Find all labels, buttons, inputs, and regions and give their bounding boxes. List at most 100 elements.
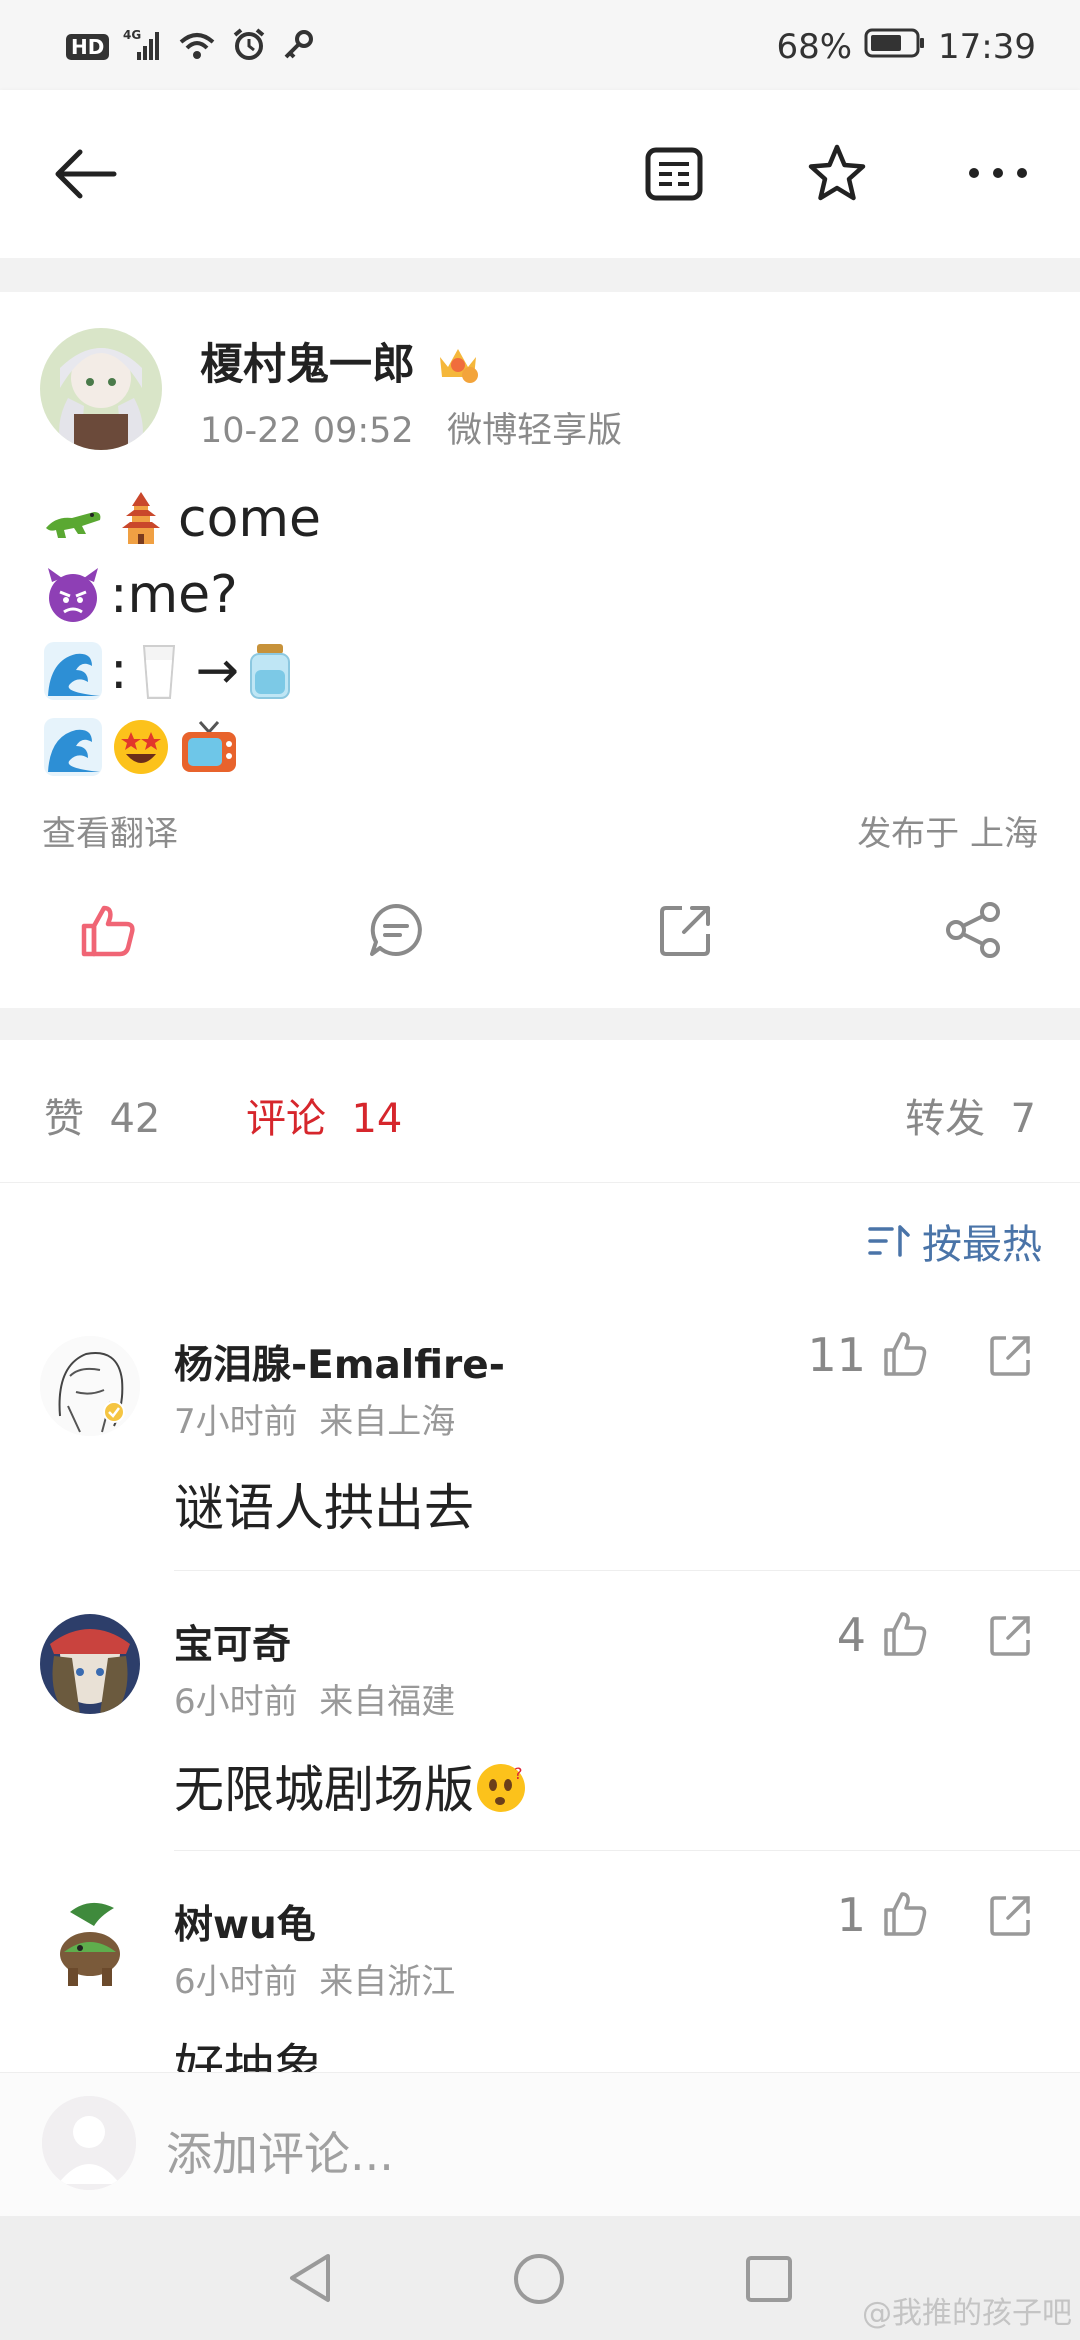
thumbs-up-icon [81,905,135,957]
reposts-label: 转发 [905,1096,986,1142]
battery-percent: 68% [776,27,853,67]
comment-text: 谜语人拱出去 [174,1479,474,1537]
comment-like-button[interactable] [882,1610,928,1660]
comment-time: 6小时前 [174,1682,298,1722]
status-icons-left: HD 4G [66,24,315,70]
thumbs-up-icon [884,1332,927,1376]
key-icon [281,28,315,66]
star-struck-emoji [114,720,168,774]
commenter-name[interactable]: 树wu龟 [174,1894,316,1950]
more-button[interactable] [966,158,1030,188]
commenter-avatar[interactable] [40,1614,140,1714]
comment-like-count: 11 [807,1328,866,1382]
angry-devil-emoji [48,568,98,622]
comment-text: 无限城剧场版? [174,1750,528,1822]
author-name-row[interactable]: 榎村鬼一郎 [200,330,480,392]
view-translation-link[interactable]: 查看翻译 [42,806,178,855]
nav-recents-button[interactable] [744,2254,794,2304]
commenter-name[interactable]: 杨泪腺-Emalfire- [174,1334,505,1390]
post-text-colon: : [110,641,128,701]
repost-button[interactable] [656,900,716,960]
comment-time: 6小时前 [174,1962,298,2002]
section-gap [0,258,1080,292]
more-dots-icon [969,168,1027,178]
comment-divider [174,1570,1080,1571]
post-line-2: :me? [42,560,238,630]
document-icon [645,147,703,201]
comment-divider [174,1850,1080,1851]
comment-location: 来自福建 [319,1682,456,1722]
commenter-avatar[interactable] [40,1892,140,1992]
thumbs-up-icon [884,1612,927,1656]
comments-tab[interactable]: 评论 14 [246,1086,402,1144]
comment-repost-button[interactable] [988,1894,1034,1938]
comment-time: 7小时前 [174,1402,298,1442]
comment-button[interactable] [366,900,426,960]
author-avatar[interactable] [40,328,162,450]
post-text-me: :me? [110,565,238,625]
top-navigation [0,90,1080,258]
author-name: 榎村鬼一郎 [200,340,415,390]
network-type: 4G [123,28,141,42]
post-line-3: : → [42,636,307,706]
add-comment-input[interactable]: 添加评论... [166,2118,394,2184]
comments-count: 14 [351,1096,403,1142]
commenter-avatar[interactable] [40,1336,140,1436]
comments-label: 评论 [246,1096,326,1142]
nav-home-button[interactable] [512,2252,566,2306]
star-icon [808,144,866,201]
television-emoji [182,720,236,772]
triangle-back-icon [290,2254,330,2302]
reposts-tab[interactable]: 转发 7 [905,1086,1036,1144]
battery-icon [864,27,926,68]
comment-like-count: 1 [836,1888,866,1942]
comment-meta: 6小时前 来自浙江 [174,1954,455,2003]
status-icons-right: 68% 17:39 [776,22,1036,72]
share-nodes-icon [946,902,1000,958]
comment-meta: 6小时前 来自福建 [174,1674,455,1723]
sort-button[interactable]: 按最热 [866,1212,1042,1270]
likes-label: 赞 [44,1096,84,1142]
my-avatar[interactable] [42,2096,136,2190]
alarm-icon [231,27,267,67]
nav-back-button[interactable] [284,2250,334,2306]
favorite-button[interactable] [806,142,868,206]
share-out-icon [660,906,710,956]
clock: 17:39 [938,27,1036,67]
post-text-come: come [178,489,322,549]
back-button[interactable] [50,144,120,204]
post-location: 发布于 上海 [857,814,1038,854]
like-button[interactable] [78,900,138,960]
likes-tab[interactable]: 赞 42 [44,1086,160,1144]
comment-like-button[interactable] [882,1890,928,1940]
sort-label: 按最热 [922,1222,1042,1268]
comment-meta: 7小时前 来自上海 [174,1394,455,1443]
share-out-icon [990,1336,1030,1376]
comment-location: 来自上海 [319,1402,456,1442]
comment-repost-button[interactable] [988,1334,1034,1378]
back-arrow-icon [55,149,117,199]
comment-like-button[interactable] [882,1330,928,1380]
circle-home-icon [514,2254,564,2304]
comment-text-content: 无限城剧场版 [174,1761,474,1819]
comment-repost-button[interactable] [988,1614,1034,1658]
pagoda-emoji [122,492,160,544]
jar-emoji [250,644,291,699]
post-text-arrow: → [195,641,240,701]
share-button[interactable] [944,900,1004,960]
wave-emoji [44,642,102,700]
vip-crown-icon [439,349,478,383]
post-line-1: come [42,484,321,554]
comment-like-count: 4 [836,1608,866,1662]
likes-count: 42 [109,1096,161,1142]
post-meta: 10-22 09:52 微博轻享版 [200,402,622,453]
milk-glass-emoji [142,645,175,699]
signal-icon: 4G [123,28,163,66]
thumbs-up-icon [884,1892,927,1936]
reader-mode-button[interactable] [644,144,706,204]
comment-input-bar [0,2072,1080,2217]
post-source: 微博轻享版 [447,411,623,451]
reposts-count: 7 [1010,1096,1036,1142]
commenter-name[interactable]: 宝可奇 [174,1614,291,1670]
svg-text:?: ? [514,1764,523,1783]
